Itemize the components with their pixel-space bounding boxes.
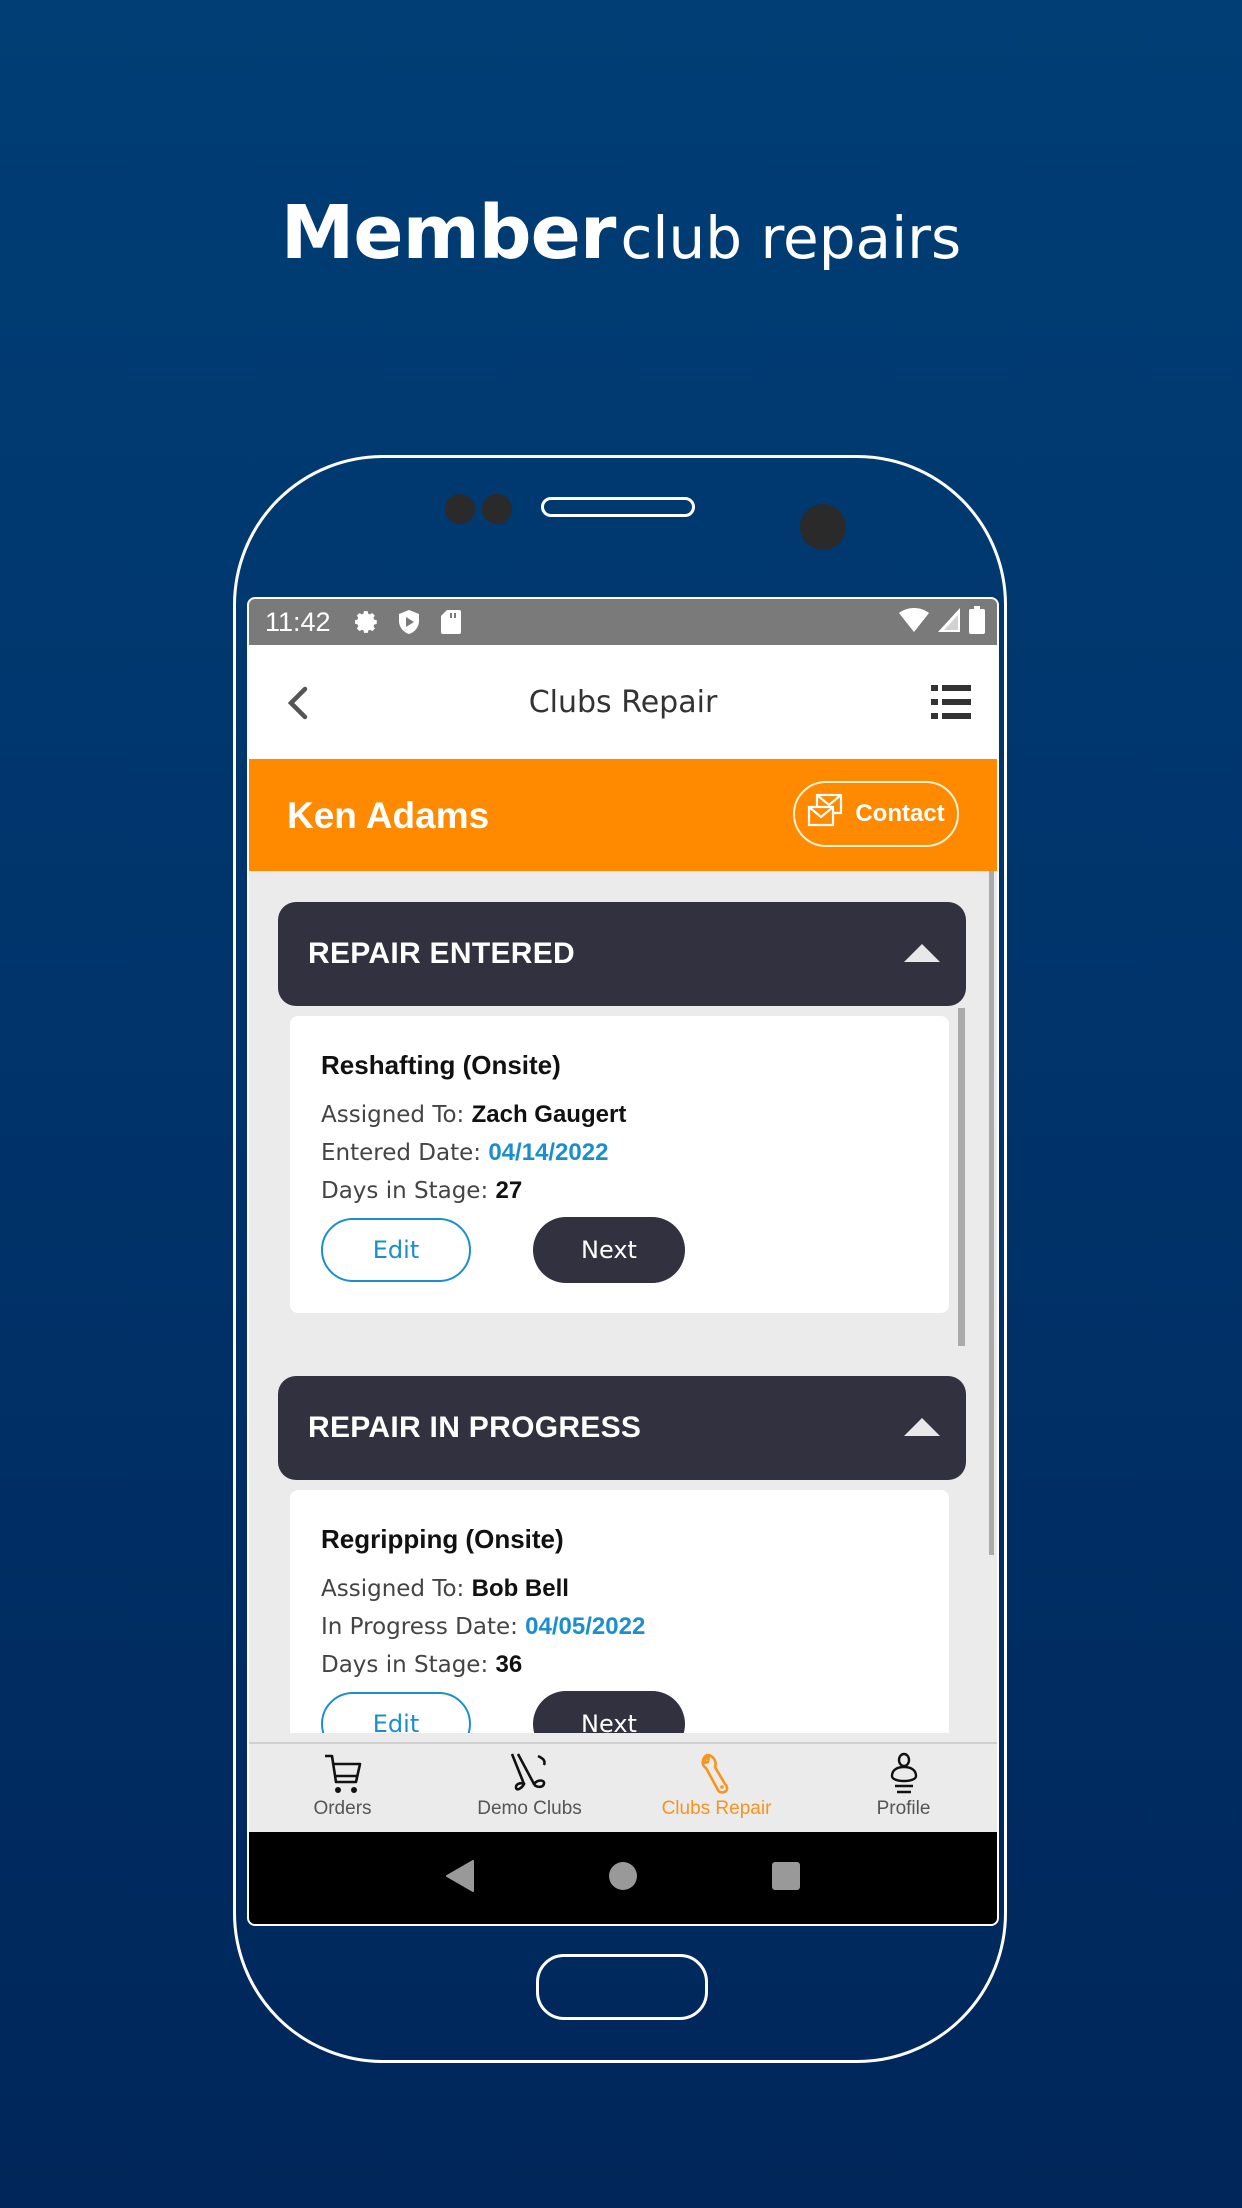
list-icon[interactable]	[931, 685, 971, 719]
page-scrollbar[interactable]	[989, 871, 994, 1555]
headline-bold: Member	[280, 190, 617, 276]
sensor-dot-icon	[482, 494, 512, 524]
repair-list[interactable]: REPAIR ENTERED Reshafting (Onsite) Assig…	[249, 871, 997, 1733]
edit-button[interactable]: Edit	[321, 1692, 471, 1733]
next-button[interactable]: Next	[533, 1217, 685, 1283]
tab-label: Demo Clubs	[477, 1798, 582, 1819]
assigned-label: Assigned To:	[321, 1576, 465, 1602]
sd-card-icon	[437, 608, 465, 636]
section-header-repair-entered[interactable]: REPAIR ENTERED	[278, 902, 966, 1006]
sensor-dot-icon	[445, 494, 475, 524]
date-value: 04/05/2022	[525, 1613, 646, 1640]
assigned-value: Zach Gaugert	[471, 1101, 627, 1128]
next-button[interactable]: Next	[533, 1691, 685, 1733]
home-circle-icon[interactable]	[608, 1861, 638, 1896]
date-value: 04/14/2022	[488, 1139, 609, 1166]
date-label: In Progress Date:	[321, 1614, 518, 1640]
person-icon	[882, 1752, 926, 1796]
golf-clubs-icon	[508, 1752, 552, 1796]
chevron-up-icon[interactable]	[904, 1418, 940, 1436]
contact-label: Contact	[855, 800, 945, 827]
section-title: REPAIR IN PROGRESS	[308, 1411, 642, 1444]
date-row: In Progress Date: 04/05/2022	[321, 1613, 645, 1641]
chevron-left-icon[interactable]	[283, 683, 313, 723]
member-header: Ken Adams Contact	[249, 759, 997, 871]
front-camera-icon	[800, 504, 846, 550]
section-scrollbar[interactable]	[958, 1008, 965, 1346]
repair-type: Regripping (Onsite)	[321, 1524, 564, 1554]
wifi-icon	[899, 607, 929, 638]
member-name: Ken Adams	[287, 795, 490, 836]
repair-card: Regripping (Onsite) Assigned To: Bob Bel…	[290, 1490, 949, 1733]
headline-light: club repairs	[620, 204, 962, 272]
status-time: 11:42	[265, 606, 331, 637]
days-label: Days in Stage:	[321, 1652, 489, 1678]
envelopes-icon	[807, 793, 845, 836]
days-row: Days in Stage: 36	[321, 1651, 522, 1679]
days-label: Days in Stage:	[321, 1178, 489, 1204]
battery-icon	[969, 605, 985, 639]
tab-clubs-repair[interactable]: Clubs Repair	[623, 1744, 810, 1832]
signal-icon	[937, 607, 961, 638]
section-header-repair-in-progress[interactable]: REPAIR IN PROGRESS	[278, 1376, 966, 1480]
tab-label: Clubs Repair	[661, 1798, 772, 1819]
repair-card: Reshafting (Onsite) Assigned To: Zach Ga…	[290, 1016, 949, 1313]
days-value: 36	[495, 1651, 523, 1678]
days-value: 27	[495, 1177, 523, 1204]
app-bar: Clubs Repair	[249, 645, 997, 759]
chevron-up-icon[interactable]	[904, 944, 940, 962]
days-row: Days in Stage: 27	[321, 1177, 522, 1205]
bottom-tab-bar: Orders Demo Clubs Clubs Repair Profile	[249, 1742, 997, 1832]
phone-home-button	[536, 1954, 708, 2020]
section-title: REPAIR ENTERED	[308, 937, 576, 970]
recents-square-icon[interactable]	[771, 1861, 801, 1896]
assigned-value: Bob Bell	[471, 1575, 569, 1602]
page-title: Clubs Repair	[528, 684, 718, 720]
cart-icon	[321, 1752, 365, 1796]
contact-button[interactable]: Contact	[793, 781, 959, 847]
date-row: Entered Date: 04/14/2022	[321, 1139, 608, 1167]
system-nav-bar	[249, 1832, 997, 1924]
date-label: Entered Date:	[321, 1140, 482, 1166]
phone-screen: 11:42 Clubs Repair Ken Adams Contact REP…	[247, 597, 999, 1926]
tab-orders[interactable]: Orders	[249, 1744, 436, 1832]
wrench-icon	[695, 1752, 739, 1796]
assigned-row: Assigned To: Bob Bell	[321, 1575, 569, 1603]
shield-play-icon	[395, 608, 423, 636]
speaker-grille	[541, 497, 695, 517]
assigned-label: Assigned To:	[321, 1102, 465, 1128]
edit-button[interactable]: Edit	[321, 1218, 471, 1282]
status-bar: 11:42	[249, 599, 997, 645]
repair-type: Reshafting (Onsite)	[321, 1050, 561, 1080]
gear-icon	[353, 608, 381, 636]
tab-label: Profile	[876, 1798, 931, 1819]
back-triangle-icon[interactable]	[445, 1859, 475, 1897]
tab-profile[interactable]: Profile	[810, 1744, 997, 1832]
assigned-row: Assigned To: Zach Gaugert	[321, 1101, 626, 1129]
tab-demo-clubs[interactable]: Demo Clubs	[436, 1744, 623, 1832]
promo-headline: Member club repairs	[0, 196, 1242, 270]
tab-label: Orders	[313, 1798, 372, 1819]
